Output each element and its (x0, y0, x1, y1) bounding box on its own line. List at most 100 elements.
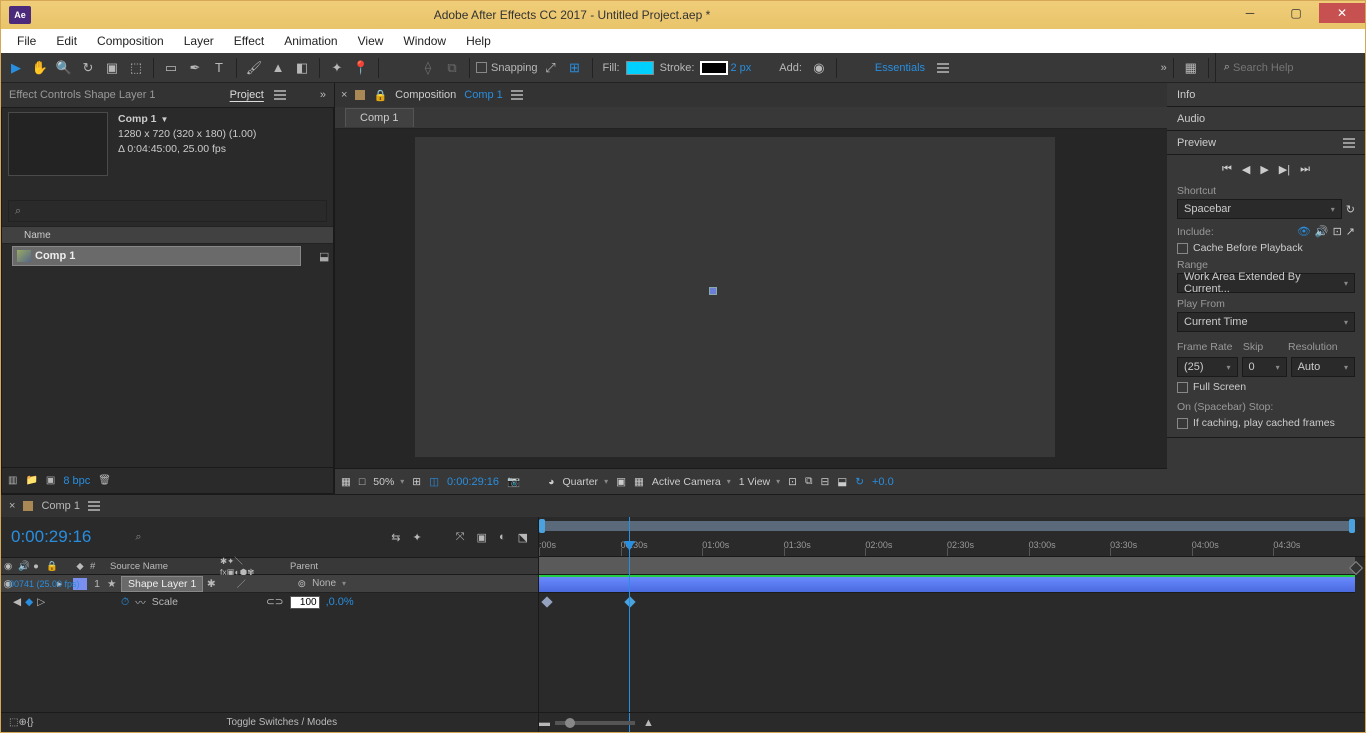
preview-resolution-select[interactable]: Auto (1291, 357, 1355, 377)
scale-y-value[interactable]: ,0.0% (326, 596, 354, 608)
layer-name[interactable]: Shape Layer 1 (121, 576, 203, 592)
exposure-value[interactable]: +0.0 (872, 476, 894, 488)
zoom-out-slider-icon[interactable]: ▬ (539, 717, 547, 729)
stroke-swatch[interactable] (700, 61, 728, 75)
search-input[interactable] (1233, 62, 1353, 74)
selection-tool-icon[interactable]: ▶ (5, 57, 27, 79)
tab-effect-controls[interactable]: Effect Controls Shape Layer 1 (9, 89, 156, 101)
minimize-button[interactable]: ─ (1227, 3, 1273, 23)
graph-prop-icon[interactable]: 〰 (135, 595, 146, 610)
local-axis-icon[interactable]: ⧉ (441, 57, 463, 79)
brackets-icon[interactable]: {} (27, 717, 34, 728)
brush-tool-icon[interactable]: 🖌 (243, 57, 265, 79)
pixel-aspect-icon[interactable]: ⊡ (788, 476, 797, 488)
preview-menu-icon[interactable] (1343, 142, 1355, 144)
alpha-icon[interactable]: ▦ (341, 476, 351, 488)
comp-panel-menu-icon[interactable] (511, 94, 523, 96)
layer-duration-bar[interactable] (539, 575, 1355, 593)
last-frame-icon[interactable]: ⏭ (1300, 163, 1310, 176)
channel-icon[interactable]: □ (359, 476, 365, 488)
rectangle-tool-icon[interactable]: ▭ (160, 57, 182, 79)
bpc-toggle[interactable]: 8 bpc (63, 475, 90, 487)
panel-overflow-icon[interactable]: » (320, 89, 326, 101)
work-area-start[interactable] (539, 519, 545, 533)
menu-window[interactable]: Window (393, 31, 456, 51)
prev-keyframe-icon[interactable]: ◀ (13, 596, 21, 608)
tab-project[interactable]: Project (230, 89, 264, 101)
fullscreen-checkbox[interactable]: Full Screen (1177, 381, 1355, 393)
playhead[interactable] (629, 517, 630, 732)
snapshot-icon[interactable]: 📷 (507, 475, 520, 488)
work-area-bar[interactable] (539, 557, 1355, 575)
audio-include-icon[interactable]: 🔊 (1315, 225, 1329, 238)
shy-icon[interactable]: ⤧ (456, 531, 465, 544)
snap-grid-icon[interactable]: ⊞ (564, 57, 586, 79)
timeline-search-icon[interactable]: ⌕ (135, 531, 141, 544)
next-frame-icon[interactable]: ▶| (1279, 163, 1290, 176)
keyframe-track[interactable] (539, 593, 1365, 611)
menu-view[interactable]: View (348, 31, 394, 51)
zoom-slider-handle[interactable] (565, 718, 575, 728)
menu-composition[interactable]: Composition (87, 31, 174, 51)
overlay-include-icon[interactable]: ⊡ (1333, 225, 1342, 238)
composition-viewer[interactable] (335, 129, 1167, 468)
project-item-comp1[interactable]: Comp 1 (12, 246, 301, 266)
add-keyframe-icon[interactable]: ◆ (25, 596, 33, 608)
view-layout-select[interactable]: 1 View (739, 476, 780, 488)
framerate-select[interactable]: (25) (1177, 357, 1238, 377)
zoom-tool-icon[interactable]: 🔍 (53, 57, 75, 79)
new-folder-icon[interactable]: 📁 (25, 475, 37, 486)
add-button-icon[interactable]: ◉ (808, 57, 830, 79)
solo-col-icon[interactable]: ● (29, 561, 43, 572)
zoom-in-slider-icon[interactable]: ▲ (643, 717, 654, 729)
comp-mini-flow-icon[interactable]: ⇆ (391, 531, 400, 544)
preview-panel-header[interactable]: Preview (1167, 131, 1365, 155)
color-mgmt-icon[interactable]: ◕ (548, 476, 554, 488)
scale-x-input[interactable] (290, 596, 320, 609)
libraries-icon[interactable]: ▦ (1180, 57, 1202, 79)
lock-icon[interactable]: 🔒 (373, 89, 387, 102)
close-button[interactable]: ✕ (1319, 3, 1365, 23)
constrain-icon[interactable]: ⊂⊃ (266, 596, 284, 608)
fill-swatch[interactable] (626, 61, 654, 75)
flowchart-btn-icon[interactable]: ⬓ (837, 476, 847, 488)
footer-timecode[interactable]: 0:00:29:16 (447, 476, 499, 488)
property-name[interactable]: Scale (152, 596, 178, 608)
draft3d-icon[interactable]: ✦ (413, 531, 422, 544)
pen-tool-icon[interactable]: ✒ (184, 57, 206, 79)
graph-editor-icon[interactable]: ⬔ (518, 531, 528, 544)
first-frame-icon[interactable]: ⏮ (1222, 163, 1232, 176)
range-select[interactable]: Work Area Extended By Current... (1177, 273, 1355, 293)
col-source-name[interactable]: Source Name (107, 561, 217, 572)
info-panel-header[interactable]: Info (1167, 83, 1365, 107)
play-icon[interactable]: ▶ (1260, 163, 1268, 176)
keyframe-icon[interactable] (541, 596, 552, 607)
flowchart-icon[interactable]: ⬓ (319, 250, 333, 263)
menu-animation[interactable]: Animation (274, 31, 347, 51)
label-col-icon[interactable]: ◆ (73, 561, 87, 572)
cache-before-checkbox[interactable]: Cache Before Playback (1177, 242, 1355, 254)
motion-blur-icon[interactable]: ◐ (499, 531, 506, 543)
grid-fit-icon[interactable]: ⊞ (412, 476, 421, 488)
workspace-menu-icon[interactable] (937, 67, 949, 69)
frame-blend-icon[interactable]: ▣ (477, 531, 487, 544)
video-include-icon[interactable]: 👁 (1297, 225, 1311, 238)
timeline-tab-comp1[interactable]: Comp 1 (41, 500, 80, 512)
timeline-icon[interactable]: ⊟ (820, 476, 829, 488)
maximize-button[interactable]: ▢ (1273, 3, 1319, 23)
audio-panel-header[interactable]: Audio (1167, 107, 1365, 131)
shape-layer-preview[interactable] (709, 287, 717, 295)
hand-tool-icon[interactable]: ✋ (29, 57, 51, 79)
timeline-layer-row[interactable]: ◉ ▸ 1 ★ Shape Layer 1 ✱ ／ ⊚ None (1, 575, 538, 593)
transparency-grid-icon[interactable]: ▦ (634, 476, 644, 488)
search-help[interactable]: ⌕ (1215, 53, 1361, 82)
workspace-select[interactable]: Essentials (875, 62, 925, 74)
project-search[interactable]: ⌕ (8, 200, 327, 222)
work-area-end[interactable] (1349, 519, 1355, 533)
col-parent[interactable]: Parent (287, 561, 321, 572)
orbit-tool-icon[interactable]: ↻ (77, 57, 99, 79)
loop-icon[interactable]: ↻ (1346, 199, 1355, 219)
resolution-select[interactable]: Quarter (562, 476, 608, 488)
shortcut-select[interactable]: Spacebar (1177, 199, 1342, 219)
menu-layer[interactable]: Layer (174, 31, 224, 51)
